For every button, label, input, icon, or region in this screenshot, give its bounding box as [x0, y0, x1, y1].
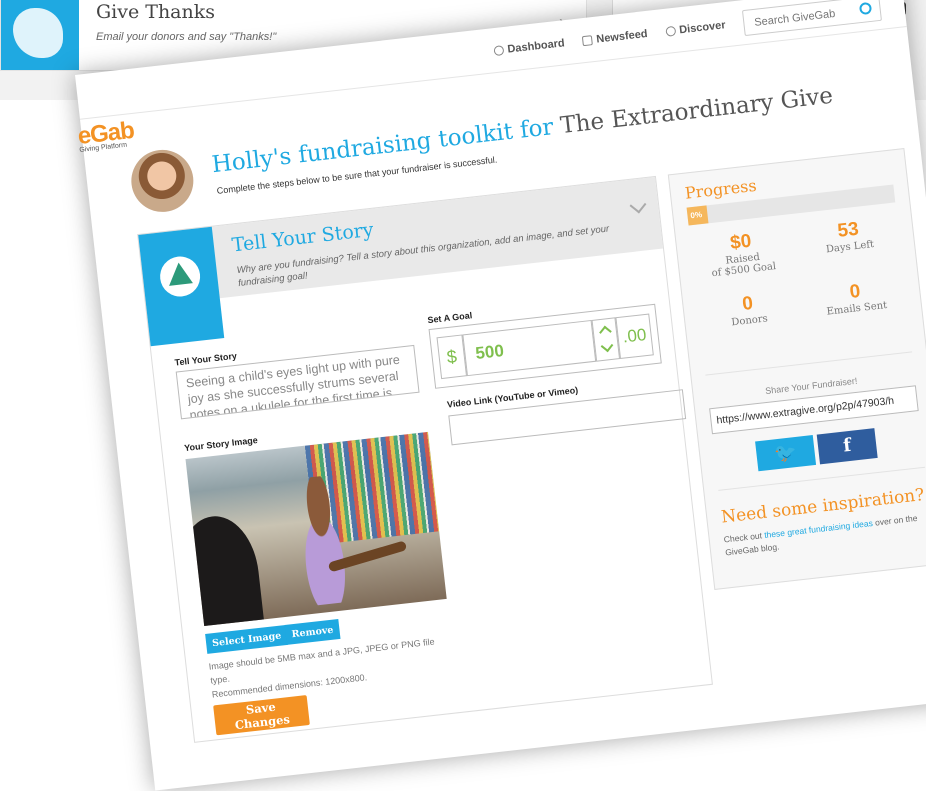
adult-figure [185, 512, 266, 627]
nav-dashboard[interactable]: Dashboard [493, 37, 565, 57]
nav-discover-label: Discover [678, 19, 727, 37]
give-thanks-thumbnail [1, 0, 79, 70]
progress-panel: Progress 0% $0 Raised of $500 Goal 53 Da… [667, 148, 926, 590]
twitter-share-button[interactable]: 🐦 [755, 435, 817, 472]
avatar [128, 146, 197, 216]
nav-newsfeed[interactable]: Newsfeed [581, 27, 649, 47]
heart-icon [13, 8, 63, 58]
facebook-icon: f [842, 434, 853, 457]
nav-dashboard-label: Dashboard [506, 37, 566, 56]
save-changes-button[interactable]: Save Changes [213, 695, 310, 736]
page-title: Holly's fundraising toolkit for The Extr… [210, 83, 834, 178]
progress-fill: 0% [686, 205, 709, 226]
goal-amount-input[interactable]: 500 [462, 319, 597, 377]
donors-stat: 0 Donors [697, 288, 800, 332]
story-image [185, 431, 447, 627]
story-image-label: Your Story Image [183, 434, 259, 454]
select-image-button[interactable]: Select Image [205, 624, 289, 654]
newsfeed-icon [581, 35, 594, 47]
nav-discover[interactable]: Discover [664, 19, 727, 38]
girl-figure [280, 472, 365, 608]
dashboard-icon [493, 45, 505, 57]
goal-label: Set A Goal [426, 310, 473, 326]
search-icon[interactable] [858, 1, 873, 16]
tell-your-story-step: Tell Your Story Why are you fundraising?… [137, 175, 713, 743]
give-thanks-title: Give Thanks [96, 1, 216, 23]
boat-icon [158, 254, 203, 299]
emails-stat: 0 Emails Sent [804, 276, 907, 320]
givegab-logo[interactable]: eGab Giving Platform [76, 117, 135, 154]
search-input[interactable] [751, 0, 868, 36]
inspiration-pre: Check out [723, 530, 763, 545]
chevron-down-icon[interactable] [600, 339, 614, 353]
toolkit-page: Dashboard Newsfeed Discover eGab Giving … [75, 0, 926, 791]
facebook-share-button[interactable]: f [816, 428, 878, 465]
step-icon-tile [138, 226, 225, 347]
remove-image-button[interactable]: Remove [284, 619, 341, 645]
give-thanks-subtitle: Email your donors and say "Thanks!" [96, 31, 277, 43]
campaign-name: The Extraordinary Give [559, 82, 835, 140]
location-pin-icon [664, 25, 676, 37]
raised-stat: $0 Raised of $500 Goal [690, 226, 794, 281]
chevron-down-icon[interactable] [629, 196, 647, 214]
nav-newsfeed-label: Newsfeed [595, 27, 649, 46]
chevron-up-icon[interactable] [599, 325, 612, 339]
fundraising-ideas-link[interactable]: these great fundraising ideas [764, 518, 874, 540]
twitter-icon: 🐦 [773, 441, 798, 465]
days-left-stat: 53 Days Left [797, 214, 900, 258]
goal-cents: .00 [615, 313, 654, 360]
progress-title: Progress [683, 175, 758, 203]
